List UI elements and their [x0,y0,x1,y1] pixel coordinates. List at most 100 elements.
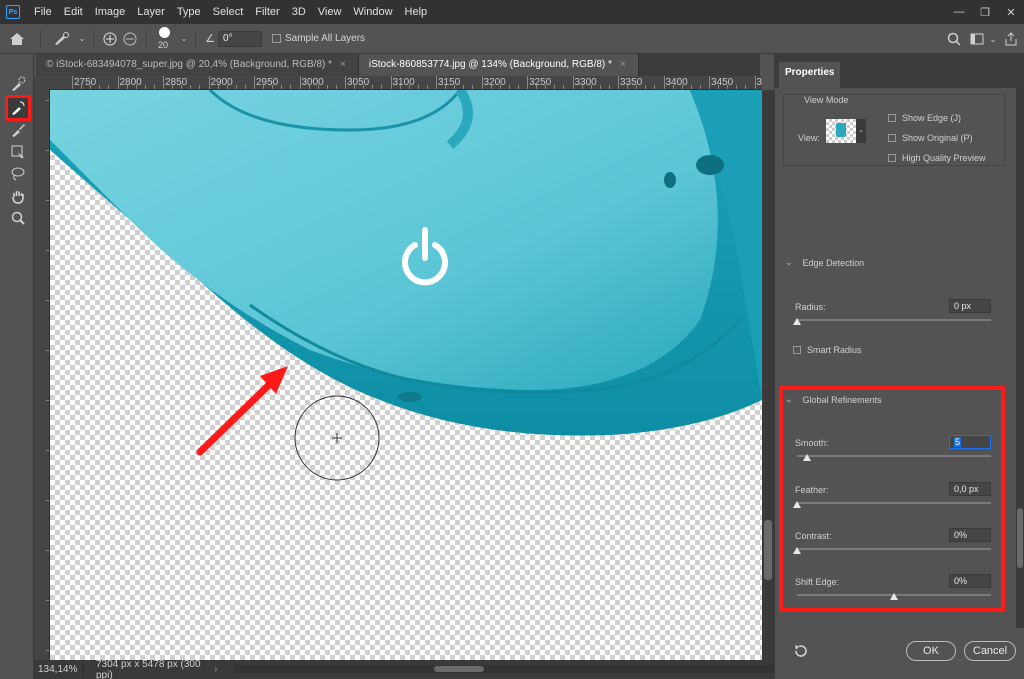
close-icon[interactable]: × [340,59,346,70]
panel-tab-bar: Properties [775,54,1024,88]
contrast-input[interactable]: 0% [949,528,991,542]
menu-window[interactable]: Window [347,0,398,24]
angle-input[interactable]: 0° [218,30,262,47]
ruler-label: 3150 [438,77,461,88]
workspace-icon[interactable] [966,33,988,45]
close-icon[interactable]: ✕ [998,0,1024,24]
brush-size-picker[interactable]: 20 [153,24,179,54]
ruler-tick [226,85,228,89]
ruler-tick [90,85,92,89]
smart-radius-checkbox[interactable] [793,346,801,354]
brush-tool-icon[interactable] [8,120,28,140]
separator [195,29,196,48]
smooth-input[interactable]: 5 [949,435,991,449]
chevron-down-icon[interactable]: ⌄ [988,35,998,44]
canvas-scrollbar[interactable] [762,90,774,660]
menu-layer[interactable]: Layer [131,0,171,24]
ruler-tick [308,85,310,89]
scrollbar-thumb[interactable] [1017,508,1023,568]
menu-select[interactable]: Select [207,0,250,24]
view-mode-title: View Mode [804,95,849,105]
ruler-tick [135,85,137,89]
erase-refinements-icon[interactable] [120,31,140,47]
ruler-tick [745,85,747,89]
refine-edge-brush-tool-icon[interactable] [5,95,31,121]
ok-button[interactable]: OK [906,641,956,661]
smooth-value: 5 [954,437,962,447]
hand-tool-icon[interactable] [8,186,28,206]
close-icon[interactable]: × [620,59,626,70]
feather-input[interactable]: 0,0 px [949,482,991,496]
show-original-checkbox[interactable] [888,134,896,142]
sample-all-layers-checkbox[interactable] [272,34,281,43]
chevron-down-icon[interactable]: ⌄ [785,257,793,268]
shift-edge-slider-thumb[interactable] [890,593,898,600]
chevron-down-icon[interactable]: ⌄ [77,34,87,43]
quick-selection-tool-icon[interactable] [8,74,28,94]
menu-edit[interactable]: Edit [58,0,89,24]
reset-icon[interactable] [793,643,809,662]
edge-detection-header[interactable]: ⌄ Edge Detection [785,257,864,268]
ruler-tick [126,85,128,89]
angle-icon: ∠ [205,33,215,45]
contrast-slider-thumb[interactable] [793,547,801,554]
object-selection-tool-icon[interactable] [8,142,28,162]
global-refinements-header[interactable]: ⌄ Global Refinements [785,394,882,405]
radius-slider-track[interactable] [797,319,991,321]
menu-file[interactable]: File [28,0,58,24]
zoom-tool-icon[interactable] [8,208,28,228]
shift-edge-input[interactable]: 0% [949,574,991,588]
scrollbar-thumb[interactable] [764,520,772,580]
view-thumbnail-picker[interactable]: ⌄ [826,119,866,143]
horizontal-scrollbar[interactable] [234,665,774,673]
ruler-tick [144,85,146,89]
smooth-slider-thumb[interactable] [802,454,811,461]
show-edge-checkbox[interactable] [888,114,896,122]
show-original-label: Show Original (P) [902,133,973,143]
ruler-label: 3050 [347,77,370,88]
radius-slider-thumb[interactable] [793,318,801,325]
chevron-down-icon[interactable]: ⌄ [856,119,866,143]
chevron-down-icon[interactable]: ⌄ [179,34,189,43]
panel-scrollbar[interactable] [1016,88,1024,628]
home-icon[interactable] [0,24,34,54]
menu-view[interactable]: View [312,0,348,24]
status-menu-icon[interactable]: › [214,664,217,675]
tab-document-1[interactable]: © iStock-683494078_super.jpg @ 20,4% (Ba… [36,54,359,76]
contrast-slider-track[interactable] [797,548,991,550]
menu-3d[interactable]: 3D [286,0,312,24]
cancel-button[interactable]: Cancel [964,641,1016,661]
smooth-slider-track[interactable] [797,455,991,457]
search-icon[interactable] [942,32,966,46]
lasso-tool-icon[interactable] [8,164,28,184]
scrollbar-thumb[interactable] [434,666,484,672]
ruler-tick [345,76,346,89]
maximize-icon[interactable]: ❐ [972,0,998,24]
high-quality-row[interactable]: High Quality Preview [888,153,986,163]
photoshop-logo-icon[interactable]: Ps [6,5,20,19]
smart-radius-row[interactable]: Smart Radius [793,345,862,355]
ruler-tick [590,85,592,89]
zoom-level[interactable]: 134,14% [34,664,84,675]
tab-document-2[interactable]: iStock-860853774.jpg @ 134% (Background,… [358,54,639,76]
chevron-down-icon[interactable]: ⌄ [785,394,793,405]
tab-properties[interactable]: Properties [779,62,841,88]
show-edge-row[interactable]: Show Edge (J) [888,113,961,123]
share-icon[interactable] [998,32,1024,46]
radius-label: Radius: [795,302,826,312]
feather-slider-track[interactable] [797,502,991,504]
radius-input[interactable]: 0 px [949,299,991,313]
ruler-tick [517,85,519,89]
high-quality-checkbox[interactable] [888,154,896,162]
menu-help[interactable]: Help [399,0,434,24]
menu-type[interactable]: Type [171,0,207,24]
refine-edge-brush-icon[interactable] [47,31,77,46]
ruler-label: 3250 [529,77,552,88]
show-original-row[interactable]: Show Original (P) [888,133,973,143]
menu-image[interactable]: Image [89,0,132,24]
menu-filter[interactable]: Filter [249,0,285,24]
minimize-icon[interactable]: — [946,0,972,24]
document-canvas[interactable] [50,90,762,660]
expand-detection-icon[interactable] [100,31,120,47]
feather-slider-thumb[interactable] [793,501,801,508]
